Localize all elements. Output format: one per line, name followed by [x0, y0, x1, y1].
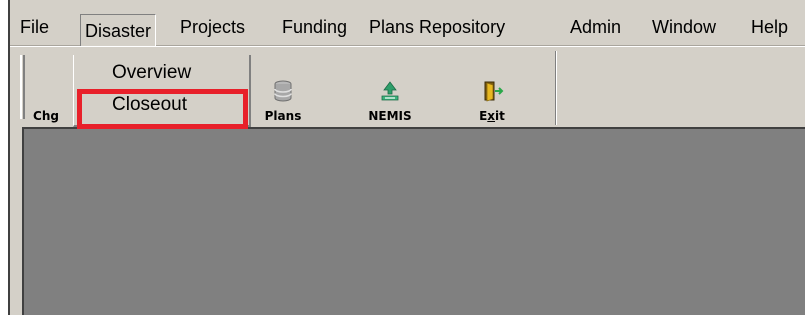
mdi-workspace [22, 127, 805, 315]
plans-button-label: Plans [264, 109, 302, 123]
toolbar-grip-handle[interactable] [20, 55, 25, 119]
menu-bar: File Disaster Projects Funding Plans Rep… [10, 0, 805, 46]
change-button[interactable]: Chg [28, 53, 64, 123]
menu-item-closeout[interactable]: Closeout [74, 89, 250, 121]
nemis-button-label: NEMIS [368, 109, 412, 123]
nemis-button[interactable]: NEMIS [355, 53, 425, 123]
menu-window[interactable]: Window [648, 14, 720, 40]
change-button-label: Chg [33, 109, 59, 123]
menu-file[interactable]: File [16, 14, 53, 40]
menu-disaster[interactable]: Disaster [80, 14, 157, 46]
menu-admin[interactable]: Admin [566, 14, 625, 40]
menu-plans-repository[interactable]: Plans Repository [365, 14, 509, 40]
menu-item-overview[interactable]: Overview [74, 57, 250, 89]
exit-button-label: Exit [479, 109, 505, 123]
menu-help[interactable]: Help [747, 14, 792, 40]
disaster-dropdown-menu: Overview Closeout [73, 55, 251, 127]
toolbar-separator [555, 51, 557, 125]
application-window: File Disaster Projects Funding Plans Rep… [0, 0, 805, 315]
window-frame: File Disaster Projects Funding Plans Rep… [8, 0, 805, 315]
exit-door-icon [480, 79, 504, 103]
menu-funding[interactable]: Funding [278, 14, 351, 40]
menu-projects[interactable]: Projects [176, 14, 249, 40]
recycle-icon [378, 79, 402, 103]
exit-button[interactable]: Exit [457, 53, 527, 123]
plans-button[interactable]: Plans [248, 53, 318, 123]
database-icon [271, 79, 295, 103]
